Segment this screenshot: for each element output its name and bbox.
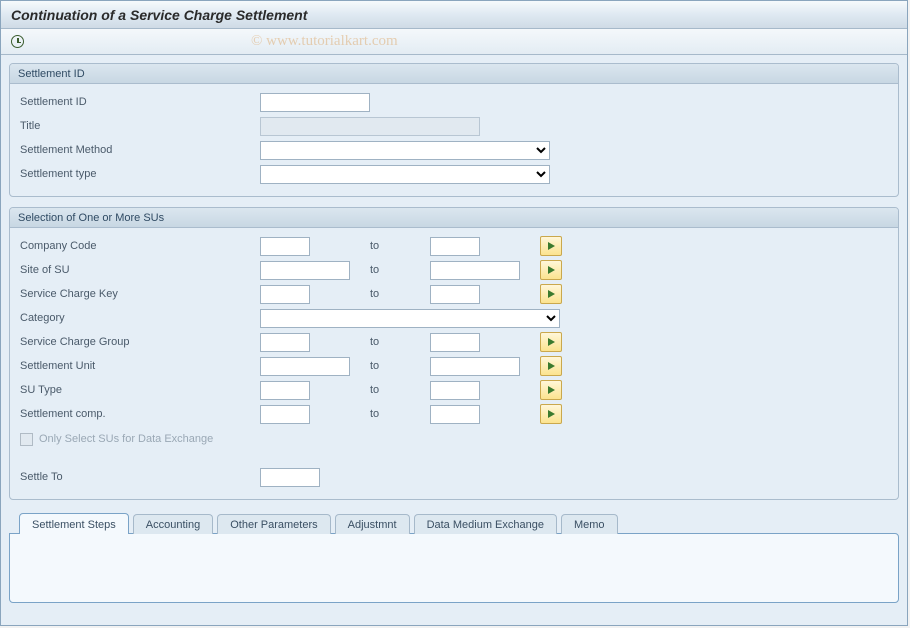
multiple-selection-button[interactable] (540, 260, 562, 280)
sel2-to-2[interactable] (430, 381, 480, 400)
settle-to-input[interactable] (260, 468, 320, 487)
range-row: Site of SU to (20, 258, 888, 282)
to-label: to (370, 336, 430, 348)
sel1-label-0: Company Code (20, 240, 260, 252)
tab-content (9, 533, 899, 603)
settlement-id-input[interactable] (260, 93, 370, 112)
sel1-label-1: Site of SU (20, 264, 260, 276)
settlement-method-label: Settlement Method (20, 144, 260, 156)
to-label: to (370, 288, 430, 300)
tab-memo[interactable]: Memo (561, 514, 618, 534)
only-sus-checkbox (20, 433, 33, 446)
tab-accounting[interactable]: Accounting (133, 514, 213, 534)
range-row: Company Code to (20, 234, 888, 258)
range-row: Settlement comp. to (20, 402, 888, 426)
settlement-type-select[interactable] (260, 165, 550, 184)
multiple-selection-button[interactable] (540, 356, 562, 376)
sel2-to-3[interactable] (430, 405, 480, 424)
to-label: to (370, 408, 430, 420)
group-settlement-id: Settlement ID Settlement ID Title Settle… (9, 63, 899, 197)
to-label: to (370, 264, 430, 276)
app-window: Continuation of a Service Charge Settlem… (0, 0, 908, 626)
arrow-right-icon (548, 362, 555, 370)
content-area: Settlement ID Settlement ID Title Settle… (1, 55, 907, 625)
sel2-label-3: Settlement comp. (20, 408, 260, 420)
sel2-to-0[interactable] (430, 333, 480, 352)
category-select[interactable] (260, 309, 560, 328)
app-toolbar (1, 29, 907, 55)
to-label: to (370, 240, 430, 252)
sel2-from-0[interactable] (260, 333, 310, 352)
titlebar: Continuation of a Service Charge Settlem… (1, 1, 907, 29)
sel1-to-1[interactable] (430, 261, 520, 280)
clock-icon (11, 35, 24, 48)
tab-data-medium-exchange[interactable]: Data Medium Exchange (414, 514, 557, 534)
title-field (260, 117, 480, 136)
only-sus-label: Only Select SUs for Data Exchange (39, 433, 221, 445)
title-field-label: Title (20, 120, 260, 132)
page-title: Continuation of a Service Charge Settlem… (11, 7, 307, 23)
settlement-type-label: Settlement type (20, 168, 260, 180)
tab-other-parameters[interactable]: Other Parameters (217, 514, 330, 534)
sel1-from-2[interactable] (260, 285, 310, 304)
sel2-label-0: Service Charge Group (20, 336, 260, 348)
execute-button[interactable] (7, 32, 27, 52)
category-label: Category (20, 312, 260, 324)
arrow-right-icon (548, 266, 555, 274)
tabstrip-container: Settlement StepsAccountingOther Paramete… (9, 510, 899, 603)
multiple-selection-button[interactable] (540, 404, 562, 424)
settlement-id-label: Settlement ID (20, 96, 260, 108)
sel2-from-3[interactable] (260, 405, 310, 424)
settlement-method-select[interactable] (260, 141, 550, 160)
sel1-to-2[interactable] (430, 285, 480, 304)
arrow-right-icon (548, 290, 555, 298)
sel1-from-1[interactable] (260, 261, 350, 280)
arrow-right-icon (548, 338, 555, 346)
range-row: SU Type to (20, 378, 888, 402)
arrow-right-icon (548, 242, 555, 250)
multiple-selection-button[interactable] (540, 236, 562, 256)
sel1-to-0[interactable] (430, 237, 480, 256)
sel2-label-2: SU Type (20, 384, 260, 396)
sel2-to-1[interactable] (430, 357, 520, 376)
range-row: Service Charge Key to (20, 282, 888, 306)
sel2-from-1[interactable] (260, 357, 350, 376)
arrow-right-icon (548, 410, 555, 418)
sel2-from-2[interactable] (260, 381, 310, 400)
to-label: to (370, 384, 430, 396)
tabstrip: Settlement StepsAccountingOther Paramete… (9, 510, 899, 534)
tab-adjustmnt[interactable]: Adjustmnt (335, 514, 410, 534)
settle-to-label: Settle To (20, 471, 260, 483)
tab-settlement-steps[interactable]: Settlement Steps (19, 513, 129, 534)
range-row: Settlement Unit to (20, 354, 888, 378)
to-label: to (370, 360, 430, 372)
multiple-selection-button[interactable] (540, 380, 562, 400)
sel1-label-2: Service Charge Key (20, 288, 260, 300)
multiple-selection-button[interactable] (540, 332, 562, 352)
arrow-right-icon (548, 386, 555, 394)
group-header-settlement: Settlement ID (10, 64, 898, 84)
group-header-selection: Selection of One or More SUs (10, 208, 898, 228)
sel2-label-1: Settlement Unit (20, 360, 260, 372)
range-row: Service Charge Group to (20, 330, 888, 354)
group-su-selection: Selection of One or More SUs Company Cod… (9, 207, 899, 500)
sel1-from-0[interactable] (260, 237, 310, 256)
multiple-selection-button[interactable] (540, 284, 562, 304)
